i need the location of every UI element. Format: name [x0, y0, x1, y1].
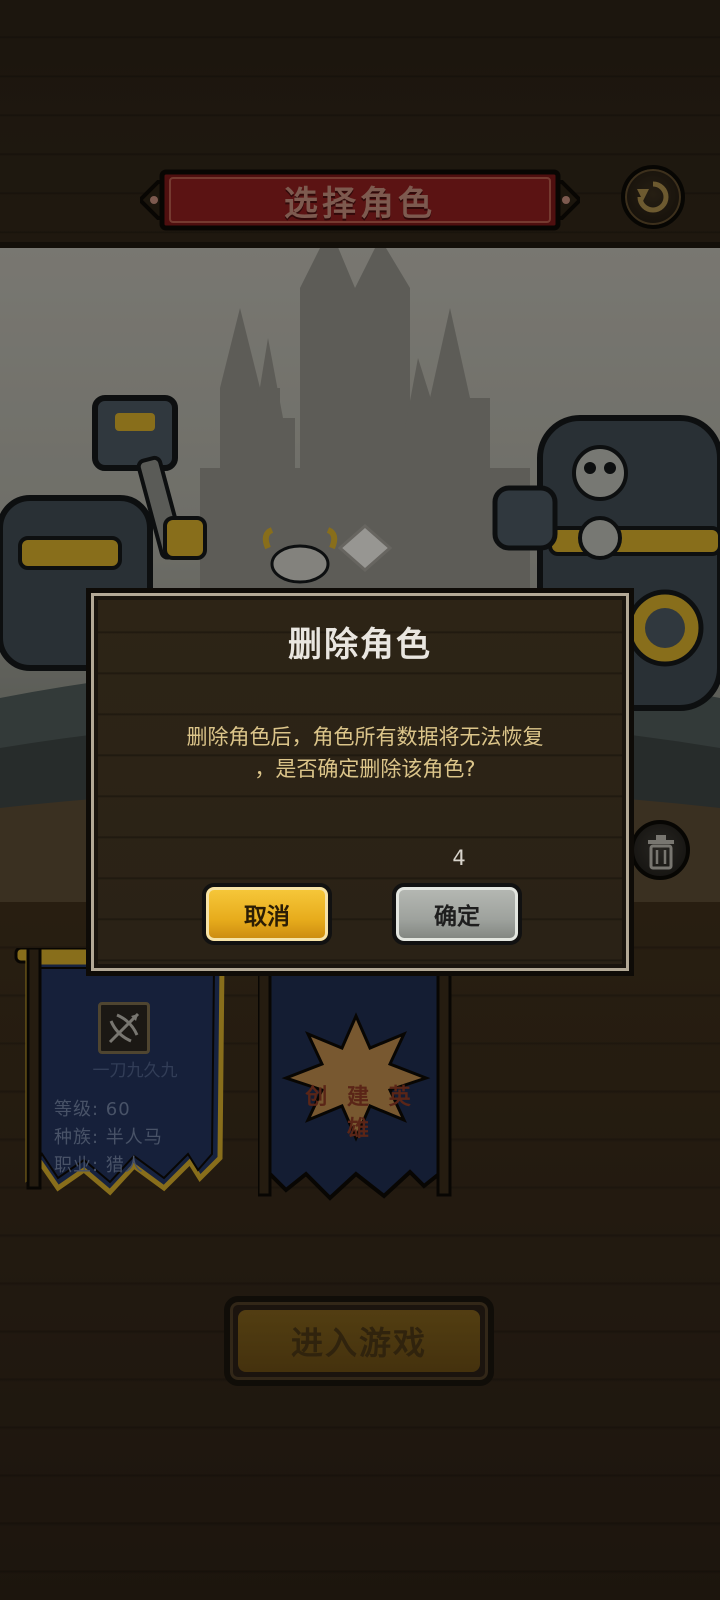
confirm-button[interactable]: 确定 [392, 883, 522, 945]
dialog-message: 删除角色后，角色所有数据将无法恢复 ，是否确定删除该角色? [131, 721, 599, 785]
dialog-message-line2: ，是否确定删除该角色? [254, 757, 476, 781]
dialog-message-line1: 删除角色后，角色所有数据将无法恢复 [186, 725, 544, 749]
delete-character-dialog: 删除角色 删除角色后，角色所有数据将无法恢复 ，是否确定删除该角色? 4 取消 … [86, 588, 634, 976]
confirm-countdown: 4 [452, 846, 466, 870]
dialog-title: 删除角色 [288, 625, 432, 665]
cancel-button[interactable]: 取消 [202, 883, 332, 945]
